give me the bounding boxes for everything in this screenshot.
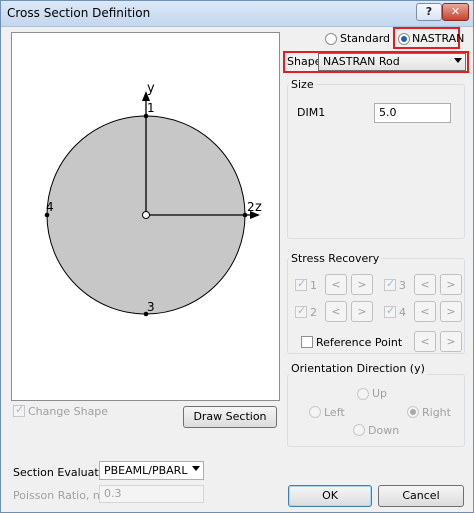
section-evaluation-value: PBEAML/PBARL	[104, 464, 188, 477]
orientation-left-label: Left	[324, 406, 345, 419]
stress-point-2-left-button[interactable]: <	[325, 301, 347, 322]
orientation-up-radio[interactable]	[357, 388, 369, 400]
cancel-button[interactable]: Cancel	[378, 485, 464, 507]
reference-point-label[interactable]: Reference Point	[316, 336, 402, 349]
shape-select-value: NASTRAN Rod	[323, 55, 400, 68]
shape-label: Shape	[287, 55, 322, 68]
chevron-down-icon	[192, 466, 200, 471]
ok-button[interactable]: OK	[288, 485, 372, 507]
stress-point-2-checkbox[interactable]	[295, 304, 307, 318]
standard-radio[interactable]	[325, 33, 337, 45]
section-evaluation-select[interactable]: PBEAML/PBARL	[99, 461, 204, 480]
poisson-ratio-label: Poisson Ratio, nu	[13, 489, 107, 502]
cross-section-dialog: Cross Section Definition ? ✕ y z 1 2 3 4…	[0, 0, 474, 513]
chevron-down-icon	[454, 58, 462, 63]
origin-marker	[142, 211, 150, 219]
dim1-label: DIM1	[297, 106, 326, 119]
point-label-1: 1	[147, 101, 155, 115]
stress-point-2-label: 2	[310, 306, 317, 319]
close-button[interactable]: ✕	[442, 3, 469, 21]
orientation-up-label: Up	[372, 387, 388, 400]
orientation-left-radio[interactable]	[309, 406, 321, 418]
point-label-4: 4	[46, 200, 54, 214]
stress-point-1-checkbox[interactable]	[295, 277, 307, 291]
draw-section-button[interactable]: Draw Section	[183, 406, 277, 428]
orientation-right-label: Right	[422, 406, 451, 419]
change-shape-label: Change Shape	[28, 405, 109, 418]
stress-point-4-left-button[interactable]: <	[414, 301, 436, 322]
stress-point-1-right-button[interactable]: >	[351, 274, 373, 295]
section-preview-canvas: y z 1 2 3 4	[11, 32, 280, 401]
y-axis-label: y	[147, 81, 155, 96]
reference-point-right-button[interactable]: >	[440, 331, 462, 352]
shape-select[interactable]: NASTRAN Rod	[318, 53, 466, 71]
reference-point-checkbox[interactable]	[301, 336, 313, 348]
dim1-input[interactable]: 5.0	[374, 103, 451, 123]
size-group-title: Size	[289, 78, 316, 91]
stress-point-3-right-button[interactable]: >	[440, 274, 462, 295]
title-bar: Cross Section Definition ? ✕	[1, 1, 473, 27]
stress-point-1-left-button[interactable]: <	[325, 274, 347, 295]
stress-point-4-checkbox[interactable]	[384, 304, 396, 318]
reference-point-left-button[interactable]: <	[414, 331, 436, 352]
stress-point-4-label: 4	[399, 306, 406, 319]
orientation-title: Orientation Direction (y)	[289, 362, 427, 375]
stress-point-3-checkbox[interactable]	[384, 277, 396, 291]
stress-point-3-left-button[interactable]: <	[414, 274, 436, 295]
stress-point-2-right-button[interactable]: >	[351, 301, 373, 322]
z-axis-label: z	[255, 200, 262, 215]
orientation-right-radio[interactable]	[407, 406, 419, 418]
nastran-label[interactable]: NASTRAN	[412, 32, 464, 45]
window-title: Cross Section Definition	[7, 6, 151, 20]
change-shape-checkbox[interactable]	[13, 403, 25, 417]
help-button[interactable]: ?	[416, 3, 442, 21]
poisson-ratio-input[interactable]: 0.3	[99, 485, 204, 503]
stress-point-1-label: 1	[310, 279, 317, 292]
point-label-3: 3	[147, 300, 155, 314]
stress-point-3-label: 3	[399, 279, 406, 292]
stress-point-4-right-button[interactable]: >	[440, 301, 462, 322]
orientation-down-radio[interactable]	[353, 424, 365, 436]
standard-label[interactable]: Standard	[340, 32, 390, 45]
nastran-radio[interactable]	[398, 33, 410, 45]
stress-recovery-title: Stress Recovery	[289, 252, 382, 265]
point-label-2: 2	[247, 200, 255, 214]
orientation-down-label: Down	[368, 424, 400, 437]
